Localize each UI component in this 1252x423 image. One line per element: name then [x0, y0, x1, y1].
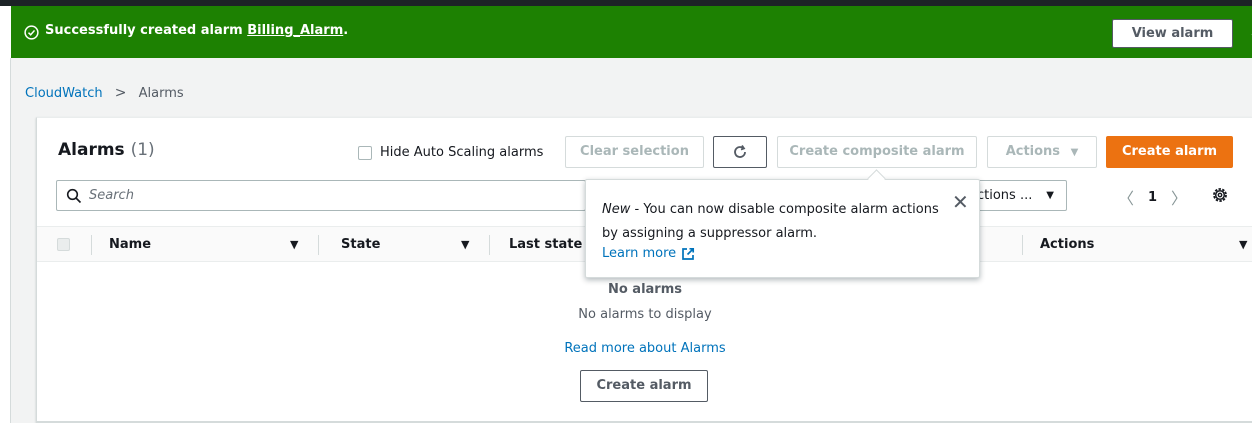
external-link-icon — [682, 247, 695, 260]
breadcrumb-alarms: Alarms — [138, 86, 184, 101]
column-header-name[interactable]: Name — [109, 237, 151, 252]
actions-dropdown[interactable]: Actions ▼ — [987, 136, 1097, 168]
page-title: Alarms (1) — [58, 140, 155, 160]
empty-state-title: No alarms — [607, 282, 683, 297]
flash-message: Successfully created alarm Billing_Alarm… — [45, 23, 348, 38]
column-divider — [1022, 235, 1023, 255]
next-page-icon[interactable]: 〉 — [1171, 185, 1187, 209]
sort-icon[interactable]: ▼ — [290, 238, 298, 251]
hide-autoscaling-toggle[interactable]: Hide Auto Scaling alarms — [358, 145, 543, 160]
clear-selection-button[interactable]: Clear selection — [565, 136, 704, 168]
search-input[interactable] — [89, 182, 569, 209]
close-icon[interactable]: ✕ — [952, 192, 969, 212]
column-header-actions[interactable]: Actions — [1040, 237, 1094, 252]
popover-message: New - You can now disable composite alar… — [602, 198, 952, 246]
hide-autoscaling-label: Hide Auto Scaling alarms — [380, 145, 544, 160]
select-all-checkbox[interactable] — [57, 238, 70, 251]
refresh-icon — [734, 144, 746, 158]
column-divider — [91, 235, 92, 255]
refresh-button[interactable] — [713, 136, 767, 168]
popover-body: - You can now disable composite alarm ac… — [602, 202, 939, 241]
caret-down-icon: ▼ — [1046, 190, 1054, 201]
column-divider — [489, 235, 490, 255]
search-box[interactable] — [56, 180, 586, 211]
alarm-count: (1) — [130, 140, 155, 160]
composite-alarm-popover: New - You can now disable composite alar… — [585, 179, 980, 278]
success-check-circle-icon — [24, 25, 39, 40]
learn-more-label: Learn more — [602, 246, 677, 261]
breadcrumb-cloudwatch[interactable]: CloudWatch — [25, 86, 103, 101]
create-composite-alarm-button[interactable]: Create composite alarm — [777, 136, 977, 168]
create-alarm-button[interactable]: Create alarm — [1106, 136, 1233, 168]
view-alarm-button[interactable]: View alarm — [1112, 19, 1233, 48]
breadcrumb-chevron-icon: > — [114, 85, 127, 101]
column-header-last-state-update[interactable]: Last state u — [509, 237, 596, 252]
side-navigation-collapsed — [0, 58, 11, 423]
read-more-alarms-link[interactable]: Read more about Alarms — [0, 341, 1252, 356]
empty-create-alarm-button[interactable]: Create alarm — [580, 370, 708, 402]
page-number[interactable]: 1 — [1148, 190, 1157, 205]
breadcrumb: CloudWatch > Alarms — [25, 85, 184, 101]
hide-autoscaling-checkbox[interactable] — [358, 145, 372, 160]
sort-icon[interactable]: ▼ — [461, 238, 469, 251]
content-left-background — [11, 117, 36, 423]
popover-new-label: New — [602, 202, 631, 217]
column-divider — [318, 235, 319, 255]
empty-state-subtitle: No alarms to display — [578, 307, 712, 322]
caret-down-icon: ▼ — [1070, 147, 1079, 158]
flash-suffix: . — [343, 23, 349, 38]
title-text: Alarms — [58, 140, 125, 160]
previous-page-icon[interactable]: 〈 — [1118, 185, 1134, 209]
learn-more-link[interactable]: Learn more — [602, 246, 695, 261]
sort-icon[interactable]: ▼ — [1239, 238, 1247, 251]
search-icon — [66, 188, 82, 204]
success-flash-banner: Successfully created alarm Billing_Alarm… — [11, 6, 1252, 58]
content-background — [11, 58, 1252, 117]
filter-select-value: ctions ... — [977, 188, 1033, 203]
flash-prefix: Successfully created alarm — [45, 23, 248, 38]
actions-label: Actions — [1005, 144, 1061, 159]
flash-alarm-link[interactable]: Billing_Alarm — [247, 23, 343, 38]
pagination: 〈 1 〉 — [1118, 185, 1187, 209]
gear-icon[interactable] — [1211, 186, 1229, 204]
column-header-state[interactable]: State — [341, 237, 380, 252]
